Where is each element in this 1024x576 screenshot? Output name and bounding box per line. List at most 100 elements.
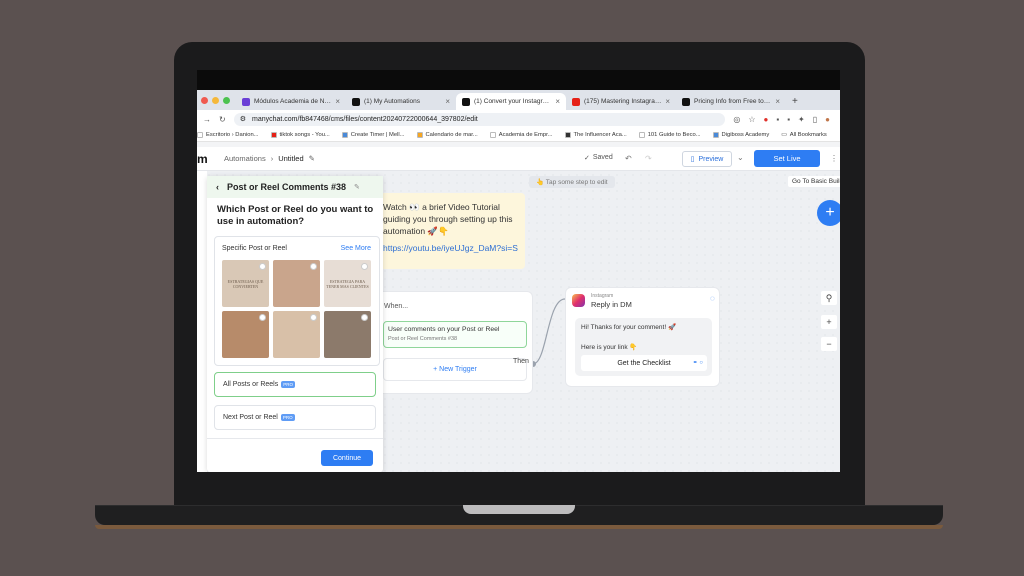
trigger-title: User comments on your Post or Reel <box>388 326 500 333</box>
maximize-window-button[interactable] <box>223 97 230 104</box>
dm-message-line: Here is your link 👇 <box>581 344 638 351</box>
close-tab-icon[interactable]: × <box>665 97 670 106</box>
thumbnail-caption: ESTRATEGIAS QUE CONVIERTEN <box>227 278 264 289</box>
post-thumbnail[interactable] <box>273 260 320 307</box>
select-circle-icon[interactable] <box>259 263 266 270</box>
all-posts-option[interactable]: All Posts or Reels PRO <box>214 372 376 397</box>
bookmark-favicon-icon <box>564 131 571 138</box>
set-live-button[interactable]: Set Live <box>754 150 820 167</box>
browser-tab[interactable]: Módulos Academia de Negocios× <box>236 93 346 110</box>
undo-icon[interactable]: ↶ <box>625 154 632 163</box>
eye-off-icon[interactable]: ◎ <box>733 115 740 124</box>
trigger-card[interactable]: When... User comments on your Post or Re… <box>377 291 533 394</box>
breadcrumb: Automations › Untitled ✎ <box>224 154 315 163</box>
all-bookmarks-button[interactable]: ▭ All Bookmarks <box>781 132 827 138</box>
more-options-icon[interactable]: ⋮ <box>830 154 838 163</box>
laptop-notch <box>463 505 575 514</box>
new-trigger-button[interactable]: + New Trigger <box>383 358 527 381</box>
specific-post-box[interactable]: Specific Post or Reel See More ESTRATEGI… <box>214 236 380 366</box>
dm-message: Hi! Thanks for your comment! 🚀 Here is y… <box>575 318 712 376</box>
new-tab-button[interactable]: + <box>792 96 798 107</box>
url-field[interactable]: ⚙ manychat.com/fb847468/cms/files/conten… <box>233 112 726 126</box>
bookmark-label: The Influencer Aca... <box>573 131 627 138</box>
trigger-item[interactable]: User comments on your Post or Reel Post … <box>383 321 527 348</box>
tab-title: (175) Mastering Instagram: A <box>584 98 662 105</box>
next-post-option[interactable]: Next Post or Reel PRO <box>214 405 376 430</box>
preview-button[interactable]: ▯ Preview <box>682 151 732 167</box>
redo-icon[interactable]: ↷ <box>645 154 652 163</box>
breadcrumb-automations[interactable]: Automations <box>224 154 266 163</box>
bookmark-favicon-icon <box>638 131 645 138</box>
puzzle-icon[interactable]: ✦ <box>798 115 805 124</box>
select-circle-icon[interactable] <box>361 314 368 321</box>
chat-bubble-icon: ◌ <box>710 294 715 303</box>
pencil-icon[interactable]: ✎ <box>354 183 360 191</box>
continue-button[interactable]: Continue <box>321 450 373 466</box>
opera-icon[interactable]: ● <box>764 115 769 124</box>
extension-icon[interactable]: ▪ <box>776 115 779 124</box>
bookmark-item[interactable]: 101 Guide to Beco... <box>638 131 701 138</box>
bookmark-item[interactable]: Academia de Empr... <box>489 131 553 138</box>
reply-dm-card[interactable]: Instagram Reply in DM ◌ Hi! Thanks for y… <box>565 287 720 387</box>
screen-top-bezel <box>197 70 840 90</box>
bookmarks-bar: Escritorio › Danion... tiktok songs - You… <box>197 128 840 142</box>
site-info-icon[interactable]: ⚙ <box>240 115 246 123</box>
when-label: When... <box>384 303 409 310</box>
post-thumbnail[interactable] <box>324 311 371 358</box>
browser-tab[interactable]: (175) Mastering Instagram: A × <box>566 93 676 110</box>
reload-icon[interactable]: ↻ <box>219 115 226 124</box>
bookmark-item[interactable]: Create Timer | Mell... <box>341 131 405 138</box>
post-thumbnail[interactable]: ESTRATEGIA PARA TENER MAS CLIENTES <box>324 260 371 307</box>
chevron-down-icon[interactable]: ⌄ <box>737 153 744 162</box>
close-tab-icon[interactable]: × <box>555 97 560 106</box>
select-circle-icon[interactable] <box>361 263 368 270</box>
browser-toolbar-icons: ◎ ☆ ● ▪ ▪ ✦ ▯ ● <box>733 115 840 124</box>
bookmark-item[interactable]: The Influencer Aca... <box>564 131 627 138</box>
close-tab-icon[interactable]: × <box>775 97 780 106</box>
minimize-window-button[interactable] <box>212 97 219 104</box>
url-text: manychat.com/fb847468/cms/files/content2… <box>251 115 478 123</box>
phone-icon: ▯ <box>690 156 695 163</box>
manychat-logo[interactable]: m <box>197 152 208 166</box>
close-tab-icon[interactable]: × <box>335 97 340 106</box>
select-circle-icon[interactable] <box>310 263 317 270</box>
pro-badge: PRO <box>280 414 295 421</box>
post-thumbnail[interactable] <box>222 311 269 358</box>
select-circle-icon[interactable] <box>310 314 317 321</box>
close-tab-icon[interactable]: × <box>445 97 450 106</box>
get-checklist-button[interactable]: Get the Checklist ⚭ ○ <box>581 355 707 371</box>
close-window-button[interactable] <box>201 97 208 104</box>
saved-status: ✓ Saved <box>584 154 613 162</box>
see-more-link[interactable]: See More <box>341 245 371 252</box>
browser-tab[interactable]: Pricing Info from Free to Pro × <box>676 93 786 110</box>
bookmark-item[interactable]: Calendario de mar... <box>416 131 478 138</box>
link-icon: ⚭ ○ <box>692 359 703 366</box>
post-thumbnail[interactable] <box>273 311 320 358</box>
left-sidebar <box>197 171 207 472</box>
bookmark-item[interactable]: Digiboss Academy <box>712 131 770 138</box>
bookmark-item[interactable]: Escritorio › Danion... <box>197 131 259 138</box>
dm-message-spacer <box>581 332 706 343</box>
bookmark-label: Digiboss Academy <box>721 131 770 138</box>
browser-tab[interactable]: (1) Convert your Instagram C × <box>456 93 566 110</box>
trigger-subtitle: Post or Reel Comments #38 <box>388 336 458 342</box>
back-chevron-icon[interactable]: ‹ <box>216 182 219 192</box>
folder-icon: ▭ <box>781 131 787 138</box>
browser-tab[interactable]: (1) My Automations × <box>346 93 456 110</box>
pro-badge: PRO <box>281 381 296 388</box>
then-label: Then <box>513 358 529 365</box>
post-thumbnail[interactable]: ESTRATEGIAS QUE CONVIERTEN <box>222 260 269 307</box>
dm-button-label: Get the Checklist <box>617 359 671 367</box>
bookmark-item[interactable]: tiktok songs - You... <box>270 131 330 138</box>
bookmark-list: Escritorio › Danion... tiktok songs - You… <box>197 131 770 138</box>
next-post-label: Next Post or Reel <box>223 414 278 421</box>
select-circle-icon[interactable] <box>259 314 266 321</box>
profile-avatar-icon[interactable]: ● <box>825 115 830 124</box>
extension-icon[interactable]: ▪ <box>787 115 790 124</box>
pencil-icon[interactable]: ✎ <box>309 154 315 163</box>
breadcrumb-current[interactable]: Untitled <box>278 154 303 163</box>
bookmark-star-icon[interactable]: ☆ <box>748 115 755 124</box>
sidebar-icon[interactable]: ▯ <box>813 115 817 124</box>
bookmark-favicon-icon <box>489 131 496 138</box>
forward-icon[interactable]: → <box>203 115 211 124</box>
